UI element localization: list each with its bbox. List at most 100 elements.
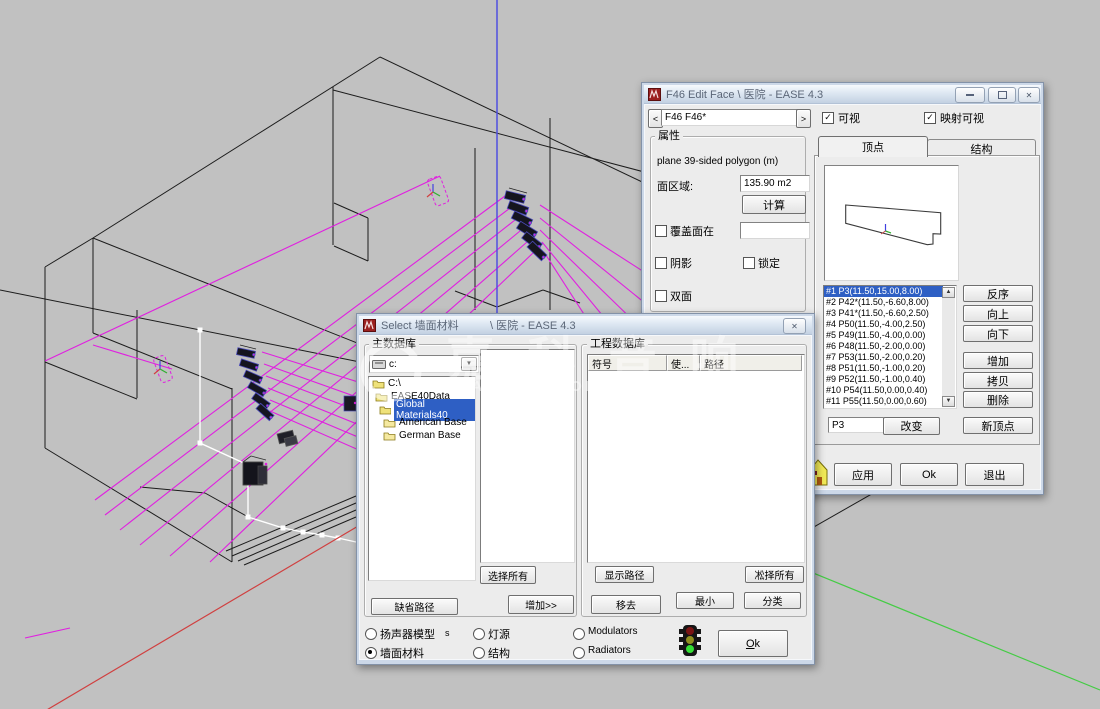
wall-materials-label: 墙面材料: [380, 645, 424, 661]
scroll-down-icon[interactable]: ▼: [942, 396, 955, 407]
invert-order-button[interactable]: 反序: [963, 285, 1033, 302]
ease-app-icon: [363, 319, 376, 332]
list-item[interactable]: #3 P41*(11.50,-6.60,2.50): [824, 308, 943, 319]
drive-value: c:: [389, 359, 397, 370]
list-item[interactable]: #7 P53(11.50,-2.00,0.20): [824, 352, 943, 363]
tab-vertices[interactable]: 顶点: [818, 136, 928, 157]
select-materials-titlebar[interactable]: Select 墙面材料 \ 医院 - EASE 4.3 ✕: [359, 316, 812, 335]
sort-button[interactable]: 分类: [744, 592, 801, 609]
plane-info: plane 39-sided polygon (m): [657, 156, 778, 167]
add-button[interactable]: 增加>>: [508, 595, 574, 614]
face-id-field[interactable]: F46 F46*: [661, 109, 804, 126]
apply-button[interactable]: 应用: [834, 463, 892, 486]
list-item[interactable]: #1 P3(11.50,15.00,8.00): [824, 286, 943, 297]
materials-list[interactable]: [480, 349, 575, 563]
face-shape-preview: [824, 165, 959, 281]
folder-tree[interactable]: C:\ EASE40Data Global Materials40 Americ…: [368, 376, 476, 581]
speaker-box-far: [344, 396, 356, 411]
list-item[interactable]: #2 P42*(11.50,-6.60,8.00): [824, 297, 943, 308]
select-dialog-project: \ 医院 - EASE 4.3: [490, 317, 576, 333]
insert-button[interactable]: 增加: [963, 352, 1033, 369]
mapped-visible-checkbox[interactable]: ✓: [924, 112, 936, 124]
shadow-checkbox[interactable]: [655, 257, 667, 269]
structures-radio[interactable]: [473, 647, 485, 659]
exit-button[interactable]: 退出: [965, 463, 1024, 486]
speaker-models-radio[interactable]: [365, 628, 377, 640]
visible-checkbox[interactable]: ✓: [822, 112, 834, 124]
selected-face-vertex-handles: [198, 328, 341, 541]
lock-label: 锁定: [758, 255, 780, 271]
move-up-button[interactable]: 向上: [963, 305, 1033, 322]
ok-button[interactable]: Ok: [718, 630, 788, 657]
speaker-suffix-label: s: [445, 628, 450, 638]
compute-button[interactable]: 计算: [742, 195, 806, 214]
ok-button[interactable]: Ok: [900, 463, 958, 486]
modulators-radio[interactable]: [573, 628, 585, 640]
select-all-main-button[interactable]: 选择所有: [480, 566, 536, 584]
show-path-button[interactable]: 显示路径: [595, 566, 654, 583]
list-item[interactable]: #10 P54(11.50,0.00,0.40): [824, 385, 943, 396]
tree-item[interactable]: American Base: [369, 416, 475, 429]
drive-combobox[interactable]: c: ▼: [369, 355, 479, 373]
list-item[interactable]: #11 P55(11.50,0.00,0.60): [824, 396, 943, 407]
open-folder-icon: [372, 379, 385, 389]
list-item[interactable]: #9 P52(11.50,-1.00,0.40): [824, 374, 943, 385]
lock-checkbox[interactable]: [743, 257, 755, 269]
close-icon[interactable]: ✕: [783, 318, 806, 334]
ease-app-icon: [648, 88, 661, 101]
change-button[interactable]: 改变: [883, 417, 940, 435]
vertex-list[interactable]: #1 P3(11.50,15.00,8.00) #2 P42*(11.50,-6…: [823, 285, 957, 409]
maximize-icon[interactable]: [988, 87, 1016, 103]
line-array-cluster-right: [504, 188, 547, 261]
light-sources-radio[interactable]: [473, 628, 485, 640]
list-item[interactable]: #6 P48(11.50,-2.00,0.00): [824, 341, 943, 352]
column-header[interactable]: 符号: [588, 355, 667, 371]
list-item[interactable]: #4 P50(11.50,-4.00,2.50): [824, 319, 943, 330]
project-table[interactable]: 符号 使... 路径: [587, 354, 805, 563]
open-folder-icon: [375, 392, 388, 402]
new-vertex-button[interactable]: 新顶点: [963, 417, 1033, 434]
speaker-box-stage: [243, 456, 267, 485]
edit-face-title: F46 Edit Face \ 医院 - EASE 4.3: [666, 86, 823, 102]
radiators-radio[interactable]: [573, 647, 585, 659]
vertex-name-field[interactable]: P3: [828, 417, 884, 433]
coat-field[interactable]: [740, 222, 810, 239]
light-sources-label: 灯源: [488, 626, 510, 642]
vertex-list-scrollbar[interactable]: ▲ ▼: [942, 287, 955, 407]
line-array-cluster-left: [236, 345, 274, 421]
ok-button-label-rest: k: [755, 638, 761, 650]
tree-item[interactable]: C:\: [369, 377, 475, 390]
remove-button[interactable]: 移去: [591, 595, 661, 614]
double-sided-label: 双面: [670, 288, 692, 304]
shadow-label: 阴影: [670, 255, 692, 271]
default-path-button[interactable]: 缺省路径: [371, 598, 458, 615]
tree-item-selected[interactable]: Global Materials40: [369, 403, 475, 416]
select-all-project-button[interactable]: 凇择所有: [745, 566, 804, 583]
coat-label: 覆盖面在: [670, 223, 714, 239]
list-item[interactable]: #5 P49(11.50,-4.00,0.00): [824, 330, 943, 341]
minimize-icon[interactable]: [955, 87, 985, 103]
next-face-button[interactable]: >: [796, 109, 811, 128]
coat-checkbox[interactable]: [655, 225, 667, 237]
properties-group-label: 属性: [655, 130, 683, 142]
move-down-button[interactable]: 向下: [963, 325, 1033, 342]
minimize-db-button[interactable]: 最小: [676, 592, 734, 609]
area-value-field[interactable]: 135.90 m2: [740, 175, 810, 192]
face-polygon: [825, 166, 958, 280]
visible-label: 可视: [838, 110, 860, 126]
radiators-label: Radiators: [588, 645, 631, 656]
close-icon[interactable]: ✕: [1018, 87, 1040, 103]
scroll-up-icon[interactable]: ▲: [942, 287, 955, 298]
list-item[interactable]: #8 P51(11.50,-1.00,0.20): [824, 363, 943, 374]
chevron-down-icon[interactable]: ▼: [461, 357, 477, 371]
tree-item[interactable]: German Base: [369, 429, 475, 442]
column-header[interactable]: 路径: [700, 355, 802, 371]
main-db-group-label: 主数据库: [369, 338, 419, 350]
copy-button[interactable]: 拷贝: [963, 372, 1033, 389]
double-sided-checkbox[interactable]: [655, 290, 667, 302]
edit-face-titlebar[interactable]: F46 Edit Face \ 医院 - EASE 4.3 ✕: [644, 85, 1041, 104]
column-header[interactable]: 使...: [667, 355, 700, 371]
select-materials-dialog: Select 墙面材料 \ 医院 - EASE 4.3 ✕ 主数据库 c: ▼ …: [356, 313, 815, 665]
wall-materials-radio[interactable]: [365, 647, 377, 659]
delete-button[interactable]: 删除: [963, 391, 1033, 408]
